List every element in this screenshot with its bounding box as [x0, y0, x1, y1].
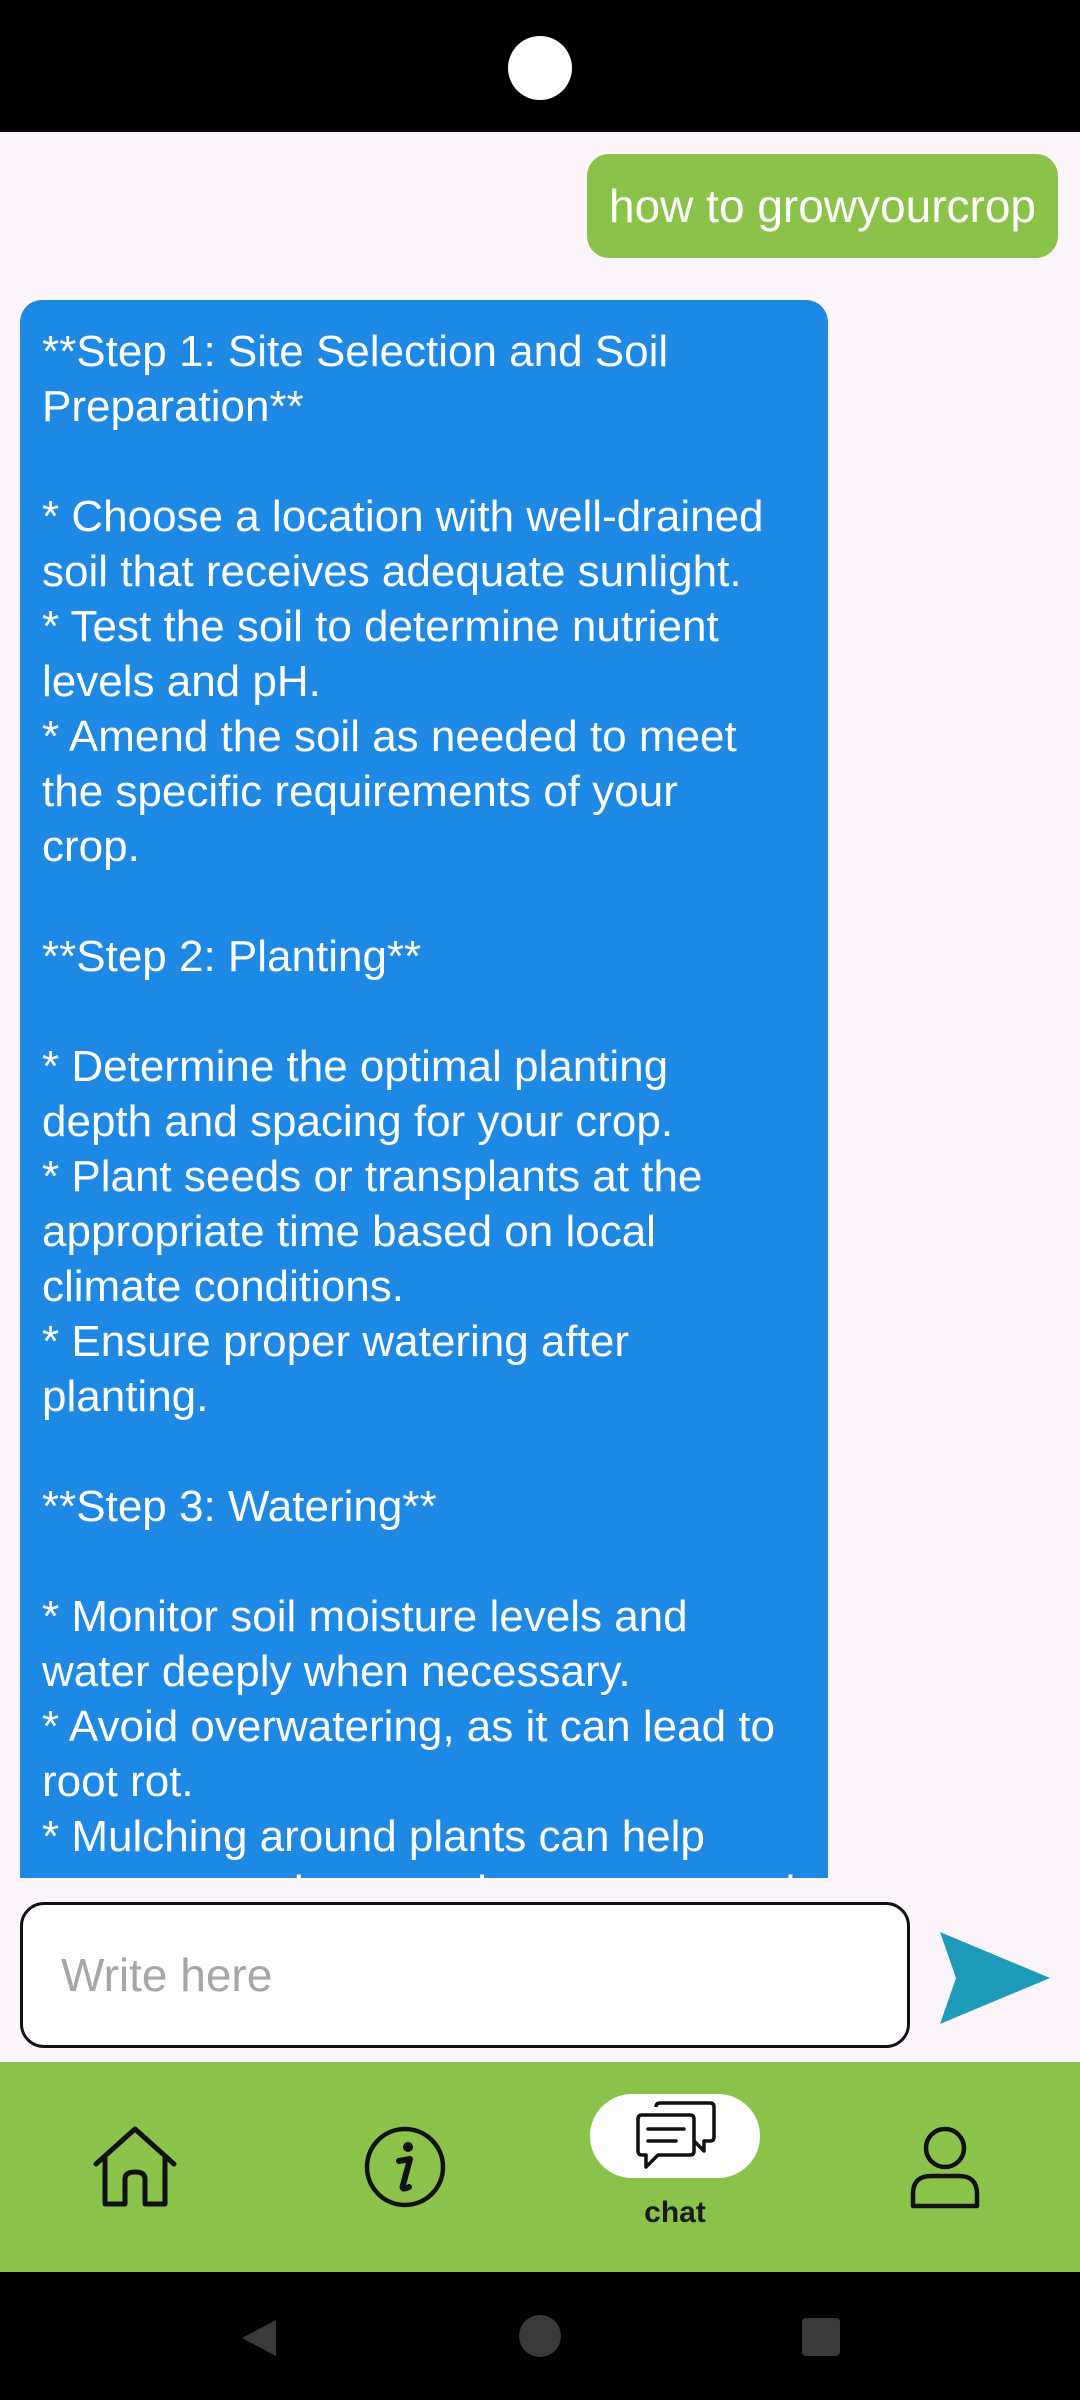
- bot-message-line: * Determine the optimal planting: [42, 1042, 669, 1091]
- bot-message-line: levels and pH.: [42, 657, 321, 706]
- home-icon: [93, 2126, 177, 2207]
- chat-icon: [636, 2101, 716, 2169]
- bot-message-line: * Avoid overwatering, as it can lead to: [42, 1702, 775, 1751]
- bot-message-line: [42, 874, 806, 929]
- person-icon: [910, 2126, 980, 2209]
- bot-message-line: Preparation**: [42, 382, 304, 431]
- chat-message-list[interactable]: how to growyourcrop **Step 1: Site Selec…: [0, 132, 1080, 1878]
- user-message-text: how to growyourcrop: [609, 180, 1036, 232]
- bot-message-line: crop.: [42, 822, 140, 871]
- back-icon[interactable]: [236, 2316, 280, 2360]
- bot-message-line: * Plant seeds or transplants at the: [42, 1152, 703, 1201]
- bot-message-line: [42, 1534, 806, 1589]
- bot-message-line: * Mulching around plants can help: [42, 1812, 705, 1861]
- composer-bar: [0, 1878, 1080, 2062]
- send-button[interactable]: [936, 1928, 1056, 2028]
- bot-message-line: **Step 3: Watering**: [42, 1482, 437, 1531]
- bot-message-line: * Ensure proper watering after: [42, 1317, 629, 1366]
- bot-message-line: [42, 984, 806, 1039]
- bot-message-line: planting.: [42, 1372, 209, 1421]
- bot-message-bubble: **Step 1: Site Selection and Soil Prepara…: [20, 300, 828, 1878]
- bot-message-line: the specific requirements of your: [42, 767, 678, 816]
- nav-info[interactable]: [330, 2062, 480, 2272]
- bot-message-line: **Step 1: Site Selection and Soil: [42, 327, 669, 376]
- bot-message-line: soil that receives adequate sunlight.: [42, 547, 742, 596]
- bot-message-line: **Step 2: Planting**: [42, 932, 422, 981]
- status-bar: [0, 0, 1080, 132]
- chat-screen: how to growyourcrop **Step 1: Site Selec…: [0, 132, 1080, 2062]
- bot-message-line: * Test the soil to determine nutrient: [42, 602, 719, 651]
- home-button-icon[interactable]: [518, 2314, 562, 2358]
- nav-chat-active-indicator: [590, 2094, 760, 2178]
- bot-message-line: appropriate time based on local: [42, 1207, 656, 1256]
- message-input[interactable]: [20, 1902, 910, 2048]
- bottom-navigation-bar: chat: [0, 2062, 1080, 2272]
- bot-message-line: [42, 434, 806, 489]
- nav-chat-label: chat: [644, 2196, 706, 2229]
- nav-profile[interactable]: [870, 2062, 1020, 2272]
- bot-message-line: root rot.: [42, 1757, 194, 1806]
- bot-message-line: climate conditions.: [42, 1262, 404, 1311]
- recents-icon[interactable]: [800, 2316, 842, 2358]
- bot-message-line: * Monitor soil moisture levels and: [42, 1592, 688, 1641]
- info-icon: [364, 2126, 446, 2208]
- system-navigation-bar: [0, 2272, 1080, 2400]
- nav-home[interactable]: [60, 2062, 210, 2272]
- user-message-bubble: how to growyourcrop: [587, 154, 1058, 258]
- bot-message-line: * Choose a location with well-drained: [42, 492, 764, 541]
- send-icon: [940, 1932, 1050, 2024]
- bot-message-line: depth and spacing for your crop.: [42, 1097, 674, 1146]
- bot-message-line: water deeply when necessary.: [42, 1647, 631, 1696]
- camera-cutout: [508, 36, 572, 100]
- bot-message-line: conserve moisture and suppress weeds.: [42, 1864, 828, 1878]
- nav-chat[interactable]: chat: [580, 2062, 770, 2272]
- bot-message-text: **Step 1: Site Selection and Soil Prepara…: [42, 324, 828, 1878]
- bot-message-line: [42, 1424, 806, 1479]
- bot-message-line: * Amend the soil as needed to meet: [42, 712, 737, 761]
